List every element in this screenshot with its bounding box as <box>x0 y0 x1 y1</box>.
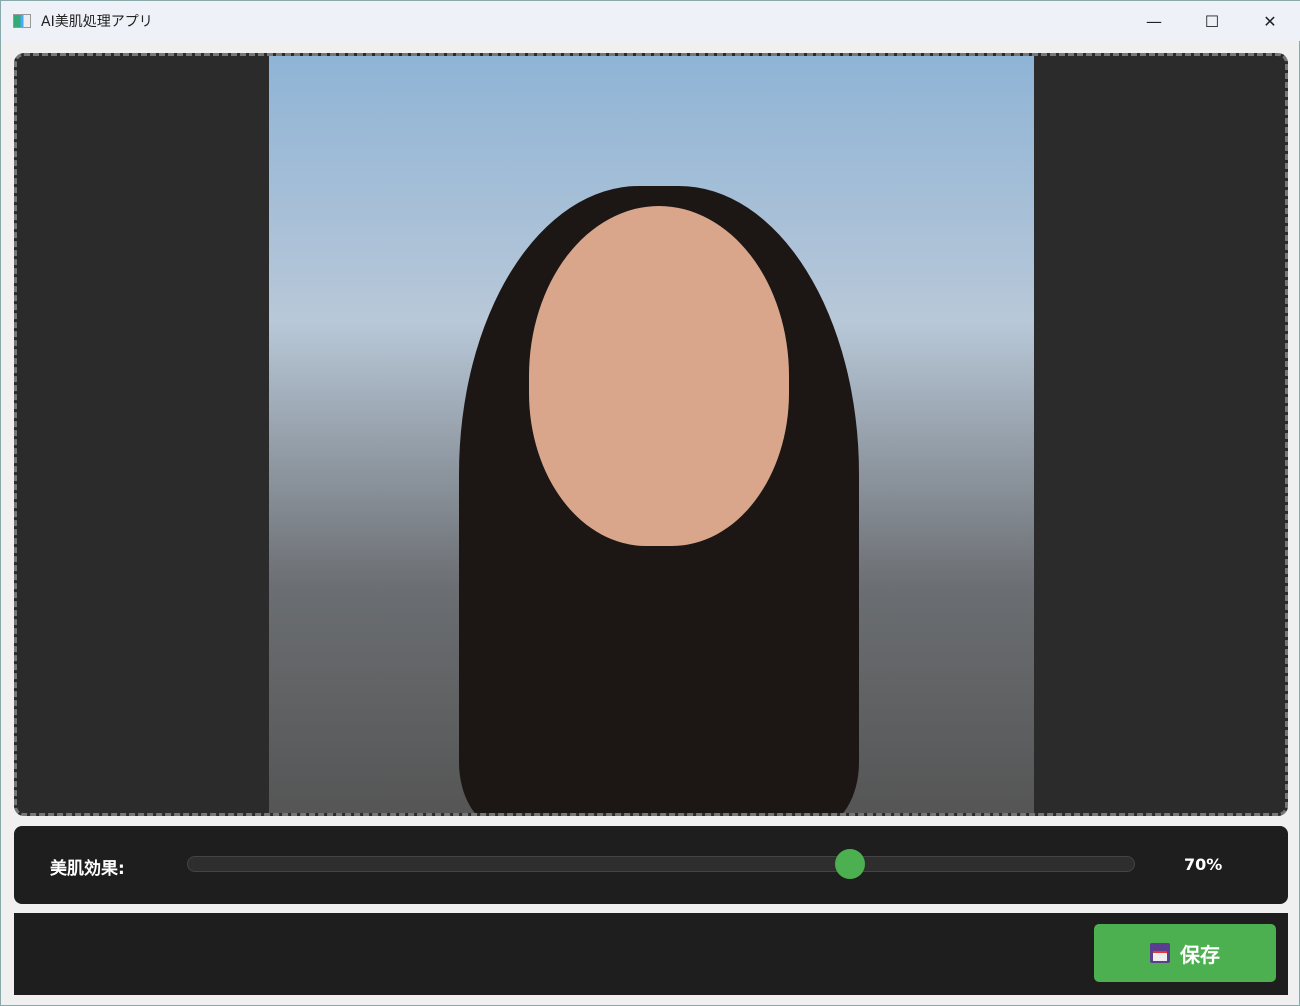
save-button[interactable]: 保存 <box>1094 924 1276 982</box>
window-title: AI美肌処理アプリ <box>41 14 153 30</box>
slider-thumb[interactable] <box>835 849 866 879</box>
close-button[interactable]: ✕ <box>1241 1 1299 41</box>
save-label: 保存 <box>1180 944 1220 967</box>
photo-face <box>529 206 789 546</box>
skin-effect-slider[interactable] <box>187 849 1135 879</box>
footer-bar: 保存 <box>14 913 1288 995</box>
floppy-disk-icon <box>1150 943 1170 963</box>
maximize-button[interactable]: ☐ <box>1183 1 1241 41</box>
skin-effect-value: 70% <box>1184 855 1223 874</box>
title-bar: AI美肌処理アプリ — ☐ ✕ <box>1 1 1300 41</box>
controls-panel: 美肌効果: 70% <box>14 826 1288 904</box>
image-preview-area[interactable] <box>14 53 1288 816</box>
minimize-button[interactable]: — <box>1125 1 1183 41</box>
app-icon <box>13 14 31 28</box>
skin-effect-label: 美肌効果: <box>50 859 125 879</box>
portrait-photo <box>269 56 1034 813</box>
